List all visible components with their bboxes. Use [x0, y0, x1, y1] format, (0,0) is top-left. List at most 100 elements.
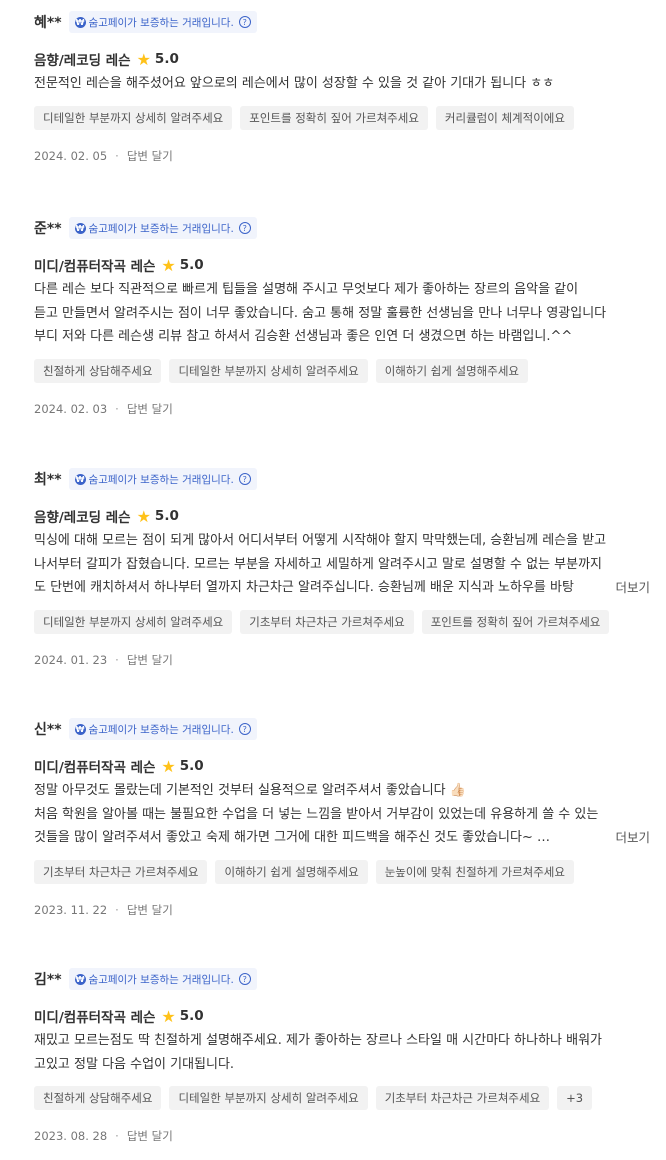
- star-icon: ★: [161, 1006, 176, 1026]
- keyword-tag: 친절하게 상담해주세요: [34, 1086, 162, 1110]
- review-text-line: 고있고 정말 다음 수업이 기대됩니다.: [34, 1056, 235, 1072]
- review-footer: 2024. 02. 05 · 답변 달기: [34, 147, 654, 165]
- soomgo-pay-icon: ₩: [74, 222, 86, 234]
- review-item: 김** ₩ 숨고페이가 보증하는 거래입니다. ? 미디/컴퓨터작곡 레슨 ★ …: [34, 967, 654, 1145]
- separator-dot: ·: [115, 902, 119, 917]
- course-name: 음향/레코딩 레슨: [34, 510, 131, 526]
- keyword-tags: 기초부터 차근차근 가르쳐주세요 이해하기 쉽게 설명해주세요 눈높이에 맞춰 …: [34, 859, 654, 884]
- course-name: 음향/레코딩 레슨: [34, 53, 131, 69]
- review-text-line: 도 단번에 캐치하셔서 하나부터 열까지 차근차근 알려주십니다. 승환님께 배…: [34, 580, 574, 595]
- badge-text: 숨고페이가 보증하는 거래입니다.: [88, 222, 234, 235]
- keyword-tag: 커리큘럼이 체계적이에요: [435, 105, 574, 130]
- keyword-tags: 친절하게 상담해주세요 디테일한 부분까지 상세히 알려주세요 이해하기 쉽게 …: [34, 358, 654, 383]
- review-text: 전문적인 레슨을 해주셨어요 앞으로의 레슨에서 많이 성장할 수 있을 것 같…: [34, 72, 654, 96]
- review-date: 2023. 11. 22: [34, 902, 108, 917]
- review-item: 준** ₩ 숨고페이가 보증하는 거래입니다. ? 미디/컴퓨터작곡 레슨 ★ …: [34, 216, 654, 418]
- soomgo-pay-icon: ₩: [74, 723, 86, 735]
- more-button[interactable]: 더보기: [609, 576, 650, 600]
- text-fade: [568, 576, 608, 600]
- reply-button[interactable]: 답변 달기: [127, 401, 173, 417]
- rating-score: 5.0: [179, 1008, 204, 1024]
- help-icon[interactable]: ?: [238, 723, 251, 735]
- badge-text: 숨고페이가 보증하는 거래입니다.: [88, 723, 234, 736]
- review-text: 정말 아무것도 몰랐는데 기본적인 것부터 실용적으로 알려주셔서 좋았습니다 …: [34, 779, 654, 850]
- review-text: 재밌고 모르는점도 딱 친절하게 설명해주세요. 제가 좋아하는 장르나 스타일…: [34, 1029, 654, 1076]
- review-date: 2023. 08. 28: [34, 1129, 108, 1143]
- review-footer: 2023. 11. 22 · 답변 달기: [34, 901, 654, 919]
- star-icon: ★: [161, 255, 176, 275]
- keyword-tag: 디테일한 부분까지 상세히 알려주세요: [169, 1086, 368, 1110]
- course-name: 미디/컴퓨터작곡 레슨: [34, 1010, 156, 1026]
- reply-button[interactable]: 답변 달기: [127, 1128, 173, 1144]
- reply-button[interactable]: 답변 달기: [127, 652, 173, 668]
- review-header: 김** ₩ 숨고페이가 보증하는 거래입니다. ?: [34, 967, 654, 991]
- rating-score: 5.0: [154, 508, 179, 524]
- review-footer: 2024. 01. 23 · 답변 달기: [34, 651, 654, 669]
- review-header: 최** ₩ 숨고페이가 보증하는 거래입니다. ?: [34, 467, 654, 491]
- keyword-tag: 친절하게 상담해주세요: [34, 358, 162, 383]
- soomgo-pay-icon: ₩: [74, 973, 86, 985]
- separator-dot: ·: [115, 1129, 119, 1143]
- reply-button[interactable]: 답변 달기: [127, 148, 173, 164]
- reviewer-name: 최**: [34, 472, 62, 488]
- soomgo-pay-badge: ₩ 숨고페이가 보증하는 거래입니다. ?: [68, 718, 257, 740]
- course-rating: 미디/컴퓨터작곡 레슨 ★ 5.0: [34, 755, 654, 777]
- help-icon[interactable]: ?: [238, 973, 251, 985]
- review-item: 신** ₩ 숨고페이가 보증하는 거래입니다. ? 미디/컴퓨터작곡 레슨 ★ …: [34, 717, 654, 919]
- review-text-last-line: 도 단번에 캐치하셔서 하나부터 열까지 차근차근 알려주십니다. 승환님께 배…: [34, 576, 654, 600]
- keyword-tag: 이해하기 쉽게 설명해주세요: [215, 859, 368, 884]
- keyword-tag: 기초부터 차근차근 가르쳐주세요: [375, 1086, 550, 1110]
- keyword-tags: 디테일한 부분까지 상세히 알려주세요 포인트를 정확히 짚어 가르쳐주세요 커…: [34, 105, 654, 130]
- review-text-line: 처음 학원을 알아볼 때는 불필요한 수업을 더 넣는 느낌을 받아서 거부감이…: [34, 806, 599, 822]
- reviewer-name: 신**: [34, 722, 62, 738]
- more-tags-count[interactable]: +3: [557, 1086, 593, 1110]
- soomgo-pay-badge: ₩ 숨고페이가 보증하는 거래입니다. ?: [68, 468, 257, 490]
- review-item: 최** ₩ 숨고페이가 보증하는 거래입니다. ? 음향/레코딩 레슨 ★ 5.…: [34, 467, 654, 669]
- rating-score: 5.0: [154, 51, 179, 67]
- star-icon: ★: [136, 506, 151, 526]
- review-header: 준** ₩ 숨고페이가 보증하는 거래입니다. ?: [34, 216, 654, 240]
- keyword-tag: 디테일한 부분까지 상세히 알려주세요: [34, 609, 233, 634]
- reply-button[interactable]: 답변 달기: [127, 902, 173, 918]
- star-icon: ★: [161, 756, 176, 776]
- soomgo-pay-badge: ₩ 숨고페이가 보증하는 거래입니다. ?: [68, 11, 257, 33]
- review-text-line: 부디 저와 다른 레슨생 리뷰 참고 하셔서 김승환 선생님과 좋은 인연 더 …: [34, 329, 573, 344]
- keyword-tag: 기초부터 차근차근 가르쳐주세요: [240, 609, 414, 634]
- review-text-line: 듣고 만들면서 알려주시는 점이 너무 좋았습니다. 숨고 통해 정말 훌륭한 …: [34, 305, 607, 321]
- review-footer: 2023. 08. 28 · 답변 달기: [34, 1127, 654, 1145]
- review-text: 믹싱에 대해 모르는 점이 되게 많아서 어디서부터 어떻게 시작해야 할지 막…: [34, 529, 654, 600]
- course-rating: 음향/레코딩 레슨 ★ 5.0: [34, 505, 654, 527]
- help-icon[interactable]: ?: [238, 222, 251, 234]
- keyword-tag: 이해하기 쉽게 설명해주세요: [375, 358, 528, 383]
- review-text-last-line: 것들을 많이 알려주셔서 좋았고 숙제 해가면 그거에 대한 피드백을 해주신 …: [34, 826, 654, 850]
- keyword-tag: 포인트를 정확히 짚어 가르쳐주세요: [421, 609, 610, 634]
- keyword-tag: 디테일한 부분까지 상세히 알려주세요: [169, 358, 368, 383]
- keyword-tags: 디테일한 부분까지 상세히 알려주세요 기초부터 차근차근 가르쳐주세요 포인트…: [34, 609, 654, 634]
- badge-text: 숨고페이가 보증하는 거래입니다.: [88, 16, 234, 29]
- review-text-line: 다른 레슨 보다 직관적으로 빠르게 팁들을 설명해 주시고 무엇보다 제가 좋…: [34, 282, 579, 297]
- rating-score: 5.0: [179, 758, 204, 774]
- separator-dot: ·: [115, 401, 119, 416]
- review-date: 2024. 02. 03: [34, 401, 108, 416]
- review-text-line: 재밌고 모르는점도 딱 친절하게 설명해주세요. 제가 좋아하는 장르나 스타일…: [34, 1033, 603, 1048]
- review-text-line: 나서부터 갈피가 잡혔습니다. 모르는 부분을 자세하고 세밀하게 알려주시고 …: [34, 556, 603, 572]
- soomgo-pay-icon: ₩: [74, 16, 86, 28]
- star-icon: ★: [136, 49, 151, 69]
- keyword-tag: 디테일한 부분까지 상세히 알려주세요: [34, 105, 233, 130]
- badge-text: 숨고페이가 보증하는 거래입니다.: [88, 973, 234, 986]
- course-rating: 음향/레코딩 레슨 ★ 5.0: [34, 48, 654, 70]
- review-date: 2024. 01. 23: [34, 652, 108, 667]
- soomgo-pay-icon: ₩: [74, 473, 86, 485]
- help-icon[interactable]: ?: [238, 16, 251, 28]
- review-header: 신** ₩ 숨고페이가 보증하는 거래입니다. ?: [34, 717, 654, 741]
- keyword-tag: 눈높이에 맞춰 친절하게 가르쳐주세요: [375, 859, 574, 884]
- keyword-tag: 기초부터 차근차근 가르쳐주세요: [34, 859, 208, 884]
- more-button[interactable]: 더보기: [609, 826, 650, 850]
- reviewer-name: 혜**: [34, 15, 62, 31]
- review-text: 다른 레슨 보다 직관적으로 빠르게 팁들을 설명해 주시고 무엇보다 제가 좋…: [34, 278, 654, 349]
- help-icon[interactable]: ?: [238, 473, 251, 485]
- reviewer-name: 김**: [34, 972, 62, 988]
- review-header: 혜** ₩ 숨고페이가 보증하는 거래입니다. ?: [34, 10, 654, 34]
- reviewer-name: 준**: [34, 221, 62, 237]
- review-text-line: 믹싱에 대해 모르는 점이 되게 많아서 어디서부터 어떻게 시작해야 할지 막…: [34, 533, 607, 548]
